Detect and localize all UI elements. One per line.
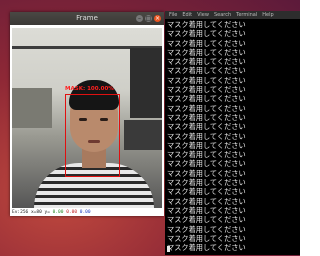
terminal-line: マスク着用してください [167,187,246,197]
camera-feed: MASK: 100.00% [12,28,162,208]
menu-view[interactable]: View [197,11,209,19]
terminal-menubar: File Edit View Search Terminal Help [165,11,300,19]
menu-terminal[interactable]: Terminal [236,11,257,19]
terminal-line: マスク着用してください [167,57,246,67]
detection-label: MASK: 100.00% [65,86,114,92]
minimize-button[interactable]: – [136,15,143,22]
background-door [130,48,162,118]
terminal-line: マスク着用してください [167,243,246,253]
terminal-line: マスク着用してください [167,47,246,57]
frame-status-bar: Ev:256 x=80 y= 0.00 0.00 0.00 [12,209,162,216]
background-chair [124,120,162,150]
terminal-line: マスク着用してください [167,215,246,225]
frame-window-title: Frame [76,14,98,22]
terminal-window[interactable]: File Edit View Search Terminal Help マスク着… [165,11,300,255]
terminal-line: マスク着用してください [167,103,246,113]
status-prefix: Ev:256 x=80 y= [12,210,53,215]
terminal-line: マスク着用してください [167,168,246,178]
terminal-line: マスク着用してください [167,205,246,215]
status-red-value: 0.00 [66,210,78,215]
frame-window[interactable]: Frame – □ × MASK: 100.00% Ev:256 x=80 y=… [10,12,164,216]
terminal-output[interactable]: マスク着用してください マスク着用してください マスク着用してください マスク着用して… [165,19,300,252]
terminal-line: マスク着用してください [167,122,246,132]
terminal-line: マスク着用してください [167,159,246,169]
terminal-cursor [167,246,170,252]
terminal-line: マスク着用してください [167,131,246,141]
menu-file[interactable]: File [169,11,177,19]
terminal-line: マスク着用してください [167,66,246,76]
terminal-line: マスク着用してください [167,38,246,48]
terminal-line: マスク着用してください [167,85,246,95]
terminal-line: マスク着用してください [167,178,246,188]
background-equipment [12,88,52,128]
terminal-line: マスク着用してください [167,150,246,160]
face-detection-box [65,94,120,177]
terminal-line: マスク着用してください [167,196,246,206]
menu-edit[interactable]: Edit [182,11,192,19]
terminal-line: マスク着用してください [167,20,246,29]
menu-help[interactable]: Help [262,11,273,19]
status-green-value: 0.00 [52,210,64,215]
window-controls: – □ × [136,15,161,22]
terminal-line: マスク着用してください [167,233,246,243]
terminal-line: マスク着用してください [167,75,246,85]
terminal-line: マスク着用してください [167,224,246,234]
maximize-button[interactable]: □ [145,15,152,22]
terminal-line: マスク着用してください [167,140,246,150]
terminal-line: マスク着用してください [167,94,246,104]
menu-search[interactable]: Search [214,11,231,19]
status-blue-value: 0.00 [79,210,91,215]
terminal-line: マスク着用してください [167,112,246,122]
terminal-line: マスク着用してください [167,29,246,39]
close-button[interactable]: × [154,15,161,22]
frame-titlebar[interactable]: Frame – □ × [10,12,164,25]
